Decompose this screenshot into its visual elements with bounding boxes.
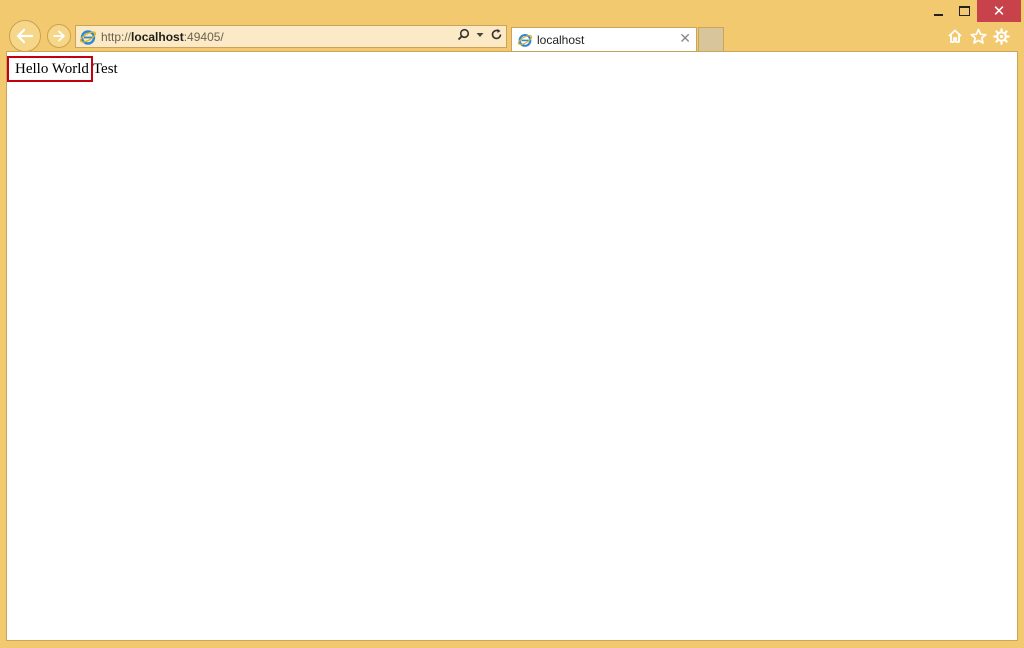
- address-bar[interactable]: http://localhost:49405/: [75, 25, 507, 48]
- test-text: Test: [92, 61, 118, 77]
- new-tab-button[interactable]: [698, 27, 724, 51]
- back-arrow-icon: [16, 28, 34, 44]
- settings-button[interactable]: [991, 26, 1011, 46]
- minimize-button[interactable]: [923, 0, 953, 22]
- favorites-button[interactable]: [968, 26, 988, 46]
- page-text-line: Hello World Test: [7, 56, 118, 82]
- star-icon: [969, 28, 987, 44]
- page-content: Hello World Test: [6, 51, 1018, 641]
- search-icon[interactable]: [457, 28, 470, 41]
- forward-button[interactable]: [47, 24, 71, 48]
- ie-logo-icon: [79, 29, 97, 45]
- home-button[interactable]: [945, 26, 965, 46]
- url-text: http://localhost:49405/: [101, 29, 224, 44]
- tab-label: localhost: [537, 33, 585, 47]
- minimize-icon: [933, 14, 943, 16]
- browser-window: ✕ http://localhost:49405/ localhost ✕ He…: [0, 0, 1024, 648]
- chevron-down-icon[interactable]: [476, 32, 484, 38]
- tab-close-icon[interactable]: ✕: [679, 31, 691, 47]
- maximize-icon: [958, 6, 970, 16]
- hello-world-highlight: Hello World: [7, 56, 93, 82]
- ie-logo-icon: [517, 34, 533, 47]
- close-icon: ✕: [992, 2, 1006, 20]
- refresh-icon[interactable]: [490, 28, 503, 41]
- forward-arrow-icon: [53, 30, 65, 42]
- maximize-button[interactable]: [953, 0, 975, 22]
- tab-localhost[interactable]: localhost ✕: [511, 27, 697, 52]
- home-icon: [948, 29, 962, 43]
- gear-icon: [992, 27, 1010, 45]
- close-button[interactable]: ✕: [977, 0, 1021, 22]
- back-button[interactable]: [9, 20, 41, 52]
